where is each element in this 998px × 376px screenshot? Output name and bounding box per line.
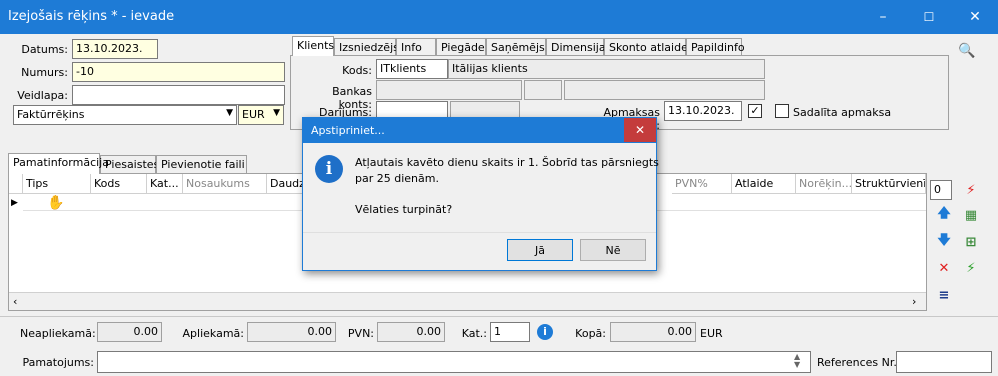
dialog-title-bar: Apstipriniet... ✕	[303, 118, 656, 143]
kat-label: Kat.:	[461, 327, 487, 340]
currency-value: EUR	[242, 108, 265, 121]
yes-button[interactable]: Jā	[507, 239, 573, 261]
references-field[interactable]	[896, 351, 992, 373]
numurs-field[interactable]: -10	[72, 62, 285, 82]
spin-icon[interactable]: ▲ ▼	[794, 353, 800, 369]
pamatojums-label: Pamatojums:	[22, 356, 94, 369]
row-count-field[interactable]: 0	[930, 180, 952, 200]
kods-field[interactable]: ITklients	[376, 59, 448, 79]
dialog-message-line2: par 25 dienām.	[355, 172, 439, 185]
tab-izsniedzejs[interactable]: Izsniedzējs	[334, 38, 399, 56]
lightning-green-icon[interactable]: ⚡	[962, 259, 980, 277]
scroll-left-icon[interactable]: ‹	[13, 295, 17, 308]
currency-select[interactable]: EUR ▼	[238, 105, 284, 125]
chevron-down-icon: ▼	[273, 108, 280, 118]
veidlapa-label: Veidlapa:	[17, 89, 68, 102]
current-row-indicator: ▶	[11, 198, 18, 208]
pvn-label: PVN:	[347, 327, 374, 340]
no-button[interactable]: Nē	[580, 239, 646, 261]
dialog-title: Apstipriniet...	[311, 124, 385, 137]
col-kat[interactable]: Kat...	[147, 174, 183, 194]
grid-row-header	[9, 174, 23, 194]
veidlapa-field[interactable]	[72, 85, 285, 105]
scroll-right-icon[interactable]: ›	[912, 295, 916, 308]
pvn-field: 0.00	[377, 322, 445, 342]
tab-klients[interactable]: Klients	[292, 36, 334, 56]
close-button[interactable]: ✕	[952, 0, 998, 34]
client-name-field: Itālijas klients	[448, 59, 765, 79]
delete-icon[interactable]: ✕	[935, 259, 953, 277]
col-daudz[interactable]: Daudz	[267, 174, 307, 194]
kat-field[interactable]: 1	[490, 322, 530, 342]
window-title: Izejošais rēķins * - ievade	[8, 9, 175, 24]
list-arrow-icon[interactable]: ≡	[935, 286, 953, 304]
info-icon: i	[315, 155, 343, 183]
col-pvn[interactable]: PVN%	[672, 174, 732, 194]
kods-label: Kods:	[342, 64, 372, 77]
excel-icon[interactable]: ▦	[962, 206, 980, 224]
pamatojums-field[interactable]	[97, 351, 811, 373]
references-label: References Nr.:	[817, 356, 901, 369]
datums-field[interactable]: 13.10.2023.	[72, 39, 158, 59]
col-tips[interactable]: Tips	[23, 174, 91, 194]
tab-dimensijas[interactable]: Dimensijas	[546, 38, 611, 56]
dialog-question: Vēlaties turpināt?	[355, 203, 453, 216]
help-chat-icon[interactable]: 🔍	[958, 43, 978, 63]
apliekama-label: Apliekamā:	[182, 327, 244, 340]
tab-pievienotie-faili[interactable]: Pievienotie faili	[156, 155, 247, 173]
dialog-close-button[interactable]: ✕	[624, 118, 656, 142]
form-type-select[interactable]: Faktūrrēķins ▼	[13, 105, 237, 125]
maximize-button[interactable]: ☐	[906, 0, 952, 34]
datums-label: Datums:	[21, 43, 68, 56]
neapliekama-field: 0.00	[97, 322, 162, 342]
tab-skonto-atlaides[interactable]: Skonto atlaides	[604, 38, 694, 56]
sadalita-apmaksa-checkbox[interactable]	[775, 104, 789, 118]
numurs-label: Numurs:	[21, 66, 68, 79]
col-kods[interactable]: Kods	[91, 174, 147, 194]
tab-info[interactable]: Info	[396, 38, 436, 56]
confirm-dialog: Apstipriniet... ✕ i Atļautais kavēto die…	[302, 117, 659, 271]
tab-papildinfo[interactable]: Papildinfo	[686, 38, 745, 56]
hand-cursor-icon: ✋	[47, 195, 65, 211]
tab-sanemejs[interactable]: Saņēmējs	[486, 38, 546, 56]
sadalita-apmaksa-label: Sadalīta apmaksa	[793, 106, 892, 119]
kopa-field: 0.00	[610, 322, 696, 342]
title-bar: Izejošais rēķins * - ievade – ☐ ✕	[0, 0, 998, 34]
col-nosaukums[interactable]: Nosaukums	[183, 174, 267, 194]
move-up-icon[interactable]: 🡅	[935, 206, 953, 224]
apliekama-field: 0.00	[247, 322, 336, 342]
horizontal-scrollbar[interactable]: ‹ ›	[9, 292, 926, 310]
apmaksas-checkbox[interactable]: ✓	[748, 104, 762, 118]
lightning-red-icon[interactable]: ⚡	[962, 181, 980, 199]
bank-code-field	[524, 80, 562, 100]
divider	[0, 316, 998, 317]
apmaksas-termins-field[interactable]: 13.10.2023.	[664, 101, 742, 121]
move-down-icon[interactable]: 🡇	[935, 233, 953, 251]
tab-pamatinformacija[interactable]: Pamatinformācija	[8, 153, 109, 174]
info-icon[interactable]: i	[537, 324, 553, 340]
bank-name-field	[564, 80, 765, 100]
kopa-currency: EUR	[700, 327, 723, 340]
bank-account-field[interactable]	[376, 80, 522, 100]
col-atlaide[interactable]: Atlaide	[732, 174, 796, 194]
col-strukturvieniba[interactable]: Struktūrvienība	[852, 174, 926, 194]
kopa-label: Kopā:	[575, 327, 606, 340]
neapliekama-label: Neapliekamā:	[20, 327, 96, 340]
form-type-value: Faktūrrēķins	[17, 108, 85, 121]
col-norekin[interactable]: Norēķin...	[796, 174, 852, 194]
minimize-button[interactable]: –	[860, 0, 906, 34]
dialog-message-line1: Atļautais kavēto dienu skaits ir 1. Šobr…	[355, 156, 659, 169]
add-table-icon[interactable]: ⊞	[962, 233, 980, 251]
tab-piegade[interactable]: Piegāde	[436, 38, 486, 56]
chevron-down-icon: ▼	[226, 108, 233, 118]
